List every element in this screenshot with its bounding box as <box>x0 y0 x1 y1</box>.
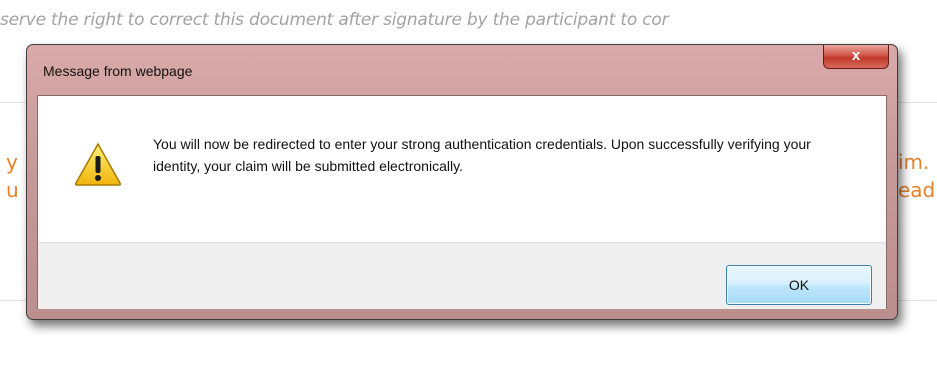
background-fragment: im. <box>898 150 930 174</box>
close-icon: x <box>851 47 861 64</box>
background-fragment: u <box>6 178 19 202</box>
dialog-button-bar: OK <box>38 242 886 309</box>
dialog-titlebar[interactable]: Message from webpage x <box>27 45 897 95</box>
ok-button[interactable]: OK <box>726 265 872 305</box>
warning-icon <box>74 142 122 186</box>
message-dialog: Message from webpage x You will now be r… <box>26 44 898 320</box>
background-fragment: y <box>6 150 18 174</box>
dialog-message: You will now be redirected to enter your… <box>153 136 811 174</box>
background-disclaimer-text: serve the right to correct this document… <box>0 10 669 30</box>
background-fragment: eadl <box>898 178 937 202</box>
dialog-client-area: You will now be redirected to enter your… <box>37 95 887 309</box>
close-button[interactable]: x <box>823 45 889 69</box>
dialog-title: Message from webpage <box>43 63 193 79</box>
dialog-message-area: You will now be redirected to enter your… <box>38 96 886 242</box>
